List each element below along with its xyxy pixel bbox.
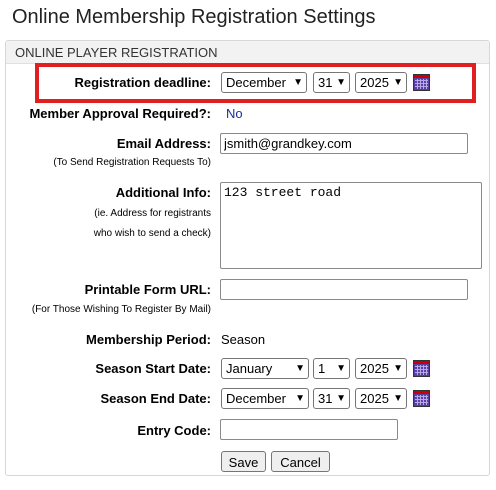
additional-info-sublabel-2: who wish to send a check) bbox=[93, 228, 211, 239]
chevron-down-icon: ▼ bbox=[336, 363, 346, 374]
end-year-select[interactable]: 2025 ▼ bbox=[355, 388, 407, 409]
additional-info-sublabel-1: (ie. Address for registrants bbox=[94, 208, 211, 219]
start-year-value: 2025 bbox=[360, 361, 389, 376]
chevron-down-icon: ▼ bbox=[295, 363, 305, 374]
end-day-select[interactable]: 31 ▼ bbox=[313, 388, 350, 409]
end-day-value: 31 bbox=[318, 391, 333, 406]
member-approval-label: Member Approval Required?: bbox=[29, 106, 211, 121]
email-label: Email Address: bbox=[116, 136, 211, 151]
calendar-icon[interactable] bbox=[413, 390, 430, 407]
additional-info-textarea[interactable]: 123 street road bbox=[220, 182, 482, 269]
start-day-value: 1 bbox=[318, 361, 326, 376]
end-month-value: December bbox=[226, 391, 286, 406]
calendar-icon[interactable] bbox=[413, 360, 430, 377]
end-year-value: 2025 bbox=[360, 391, 389, 406]
chevron-down-icon: ▼ bbox=[336, 393, 346, 404]
printable-form-url-field[interactable] bbox=[220, 279, 468, 300]
start-month-value: January bbox=[226, 361, 273, 376]
email-sublabel: (To Send Registration Requests To) bbox=[53, 157, 211, 168]
page-title: Online Membership Registration Settings bbox=[12, 6, 376, 28]
printable-form-url-label: Printable Form URL: bbox=[84, 282, 211, 297]
season-end-label: Season End Date: bbox=[100, 391, 211, 406]
chevron-down-icon: ▼ bbox=[393, 393, 403, 404]
highlight-box bbox=[35, 63, 476, 103]
start-day-select[interactable]: 1 ▼ bbox=[313, 358, 350, 379]
panel-header: ONLINE PLAYER REGISTRATION bbox=[6, 41, 489, 64]
entry-code-field[interactable] bbox=[220, 419, 398, 440]
membership-period-label: Membership Period: bbox=[86, 332, 211, 347]
start-month-select[interactable]: January ▼ bbox=[221, 358, 309, 379]
email-field[interactable] bbox=[220, 133, 468, 154]
start-year-select[interactable]: 2025 ▼ bbox=[355, 358, 407, 379]
membership-period-value: Season bbox=[221, 332, 266, 347]
chevron-down-icon: ▼ bbox=[393, 363, 403, 374]
member-approval-value: No bbox=[226, 106, 243, 121]
entry-code-label: Entry Code: bbox=[137, 423, 211, 438]
cancel-button[interactable]: Cancel bbox=[271, 451, 330, 472]
additional-info-label: Additional Info: bbox=[115, 185, 211, 200]
end-month-select[interactable]: December ▼ bbox=[221, 388, 309, 409]
printable-form-url-sublabel: (For Those Wishing To Register By Mail) bbox=[31, 304, 211, 315]
season-start-label: Season Start Date: bbox=[95, 361, 211, 376]
chevron-down-icon: ▼ bbox=[295, 393, 305, 404]
save-button[interactable]: Save bbox=[221, 451, 266, 472]
